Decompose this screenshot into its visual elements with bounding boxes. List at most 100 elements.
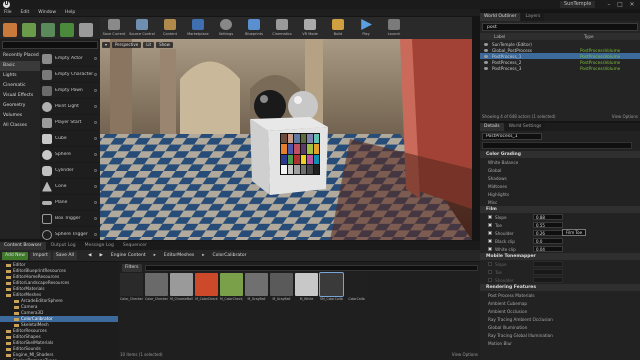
import-button[interactable]: Import <box>29 251 51 260</box>
search-classes-input[interactable] <box>2 41 98 49</box>
toe-value[interactable]: 0.55 <box>533 222 563 228</box>
save-all-button[interactable]: Save All <box>52 251 77 260</box>
asset-tile[interactable]: M_White <box>295 273 318 305</box>
prop-rt-ambient-occlusion[interactable]: Ray Tracing Ambient Occlusion <box>480 315 640 323</box>
perspective-button[interactable]: Perspective <box>112 41 142 48</box>
prop-rt-global-illumination[interactable]: Ray Tracing Global Illumination <box>480 331 640 339</box>
actor-empty-pawn[interactable]: Empty Pawn <box>40 83 100 99</box>
category-cinematic[interactable]: Cinematic <box>0 81 40 91</box>
mobile-slope-value[interactable] <box>533 261 563 267</box>
tab-layers[interactable]: Layers <box>521 13 545 21</box>
eye-icon[interactable] <box>484 54 488 58</box>
actor-plane[interactable]: Plane <box>40 195 100 211</box>
category-geometry[interactable]: Geometry <box>0 101 40 111</box>
section-mobile-tonemapper[interactable]: Mobile Tonemapper <box>480 253 640 260</box>
foliage-mode-icon[interactable] <box>60 23 74 37</box>
column-label[interactable]: Label <box>494 34 584 39</box>
marketplace-button[interactable]: Marketplace <box>184 17 212 39</box>
outliner-row[interactable]: PostProcess_3 PostProcessVolume <box>480 65 640 71</box>
category-basic[interactable]: Basic <box>0 61 40 71</box>
prop-global-illumination[interactable]: Global Illumination <box>480 323 640 331</box>
lit-button[interactable]: Lit <box>143 41 155 48</box>
play-button[interactable]: Play <box>352 17 380 39</box>
white-clip-value[interactable]: 0.04 <box>533 246 563 252</box>
black-clip-checkbox[interactable] <box>488 239 492 243</box>
vr-mode-button[interactable]: VR Mode <box>296 17 324 39</box>
actor-empty-character[interactable]: Empty Character <box>40 67 100 83</box>
category-all-classes[interactable]: All Classes <box>0 121 40 131</box>
breadcrumb-engine-content[interactable]: Engine Content <box>108 252 149 260</box>
asset-search-input[interactable] <box>144 264 478 271</box>
shoulder-value[interactable]: 0.26 <box>533 230 563 236</box>
eye-icon[interactable] <box>484 48 488 52</box>
actor-player-start[interactable]: Player Start <box>40 115 100 131</box>
actor-cube[interactable]: Cube <box>40 131 100 147</box>
prop-shadows[interactable]: Shadows <box>480 174 640 182</box>
category-recently-placed[interactable]: Recently Placed <box>0 51 40 61</box>
asset-tile[interactable]: M_ColorCheck <box>195 273 218 305</box>
black-clip-value[interactable]: 0.0 <box>533 238 563 244</box>
prop-ambient-cubemap[interactable]: Ambient Cubemap <box>480 299 640 307</box>
eye-icon[interactable] <box>484 42 488 46</box>
actor-sphere[interactable]: Sphere <box>40 147 100 163</box>
back-arrow-icon[interactable]: ◀ <box>85 252 94 260</box>
asset-tile[interactable]: M_ChromeBall <box>170 273 193 305</box>
prop-misc[interactable]: Misc <box>480 198 640 206</box>
landscape-mode-icon[interactable] <box>41 23 55 37</box>
prop-highlights[interactable]: Highlights <box>480 190 640 198</box>
actor-point-light[interactable]: Point Light <box>40 99 100 115</box>
white-clip-checkbox[interactable] <box>488 247 492 251</box>
prop-post-process-materials[interactable]: Post Process Materials <box>480 291 640 299</box>
mobile-slope-checkbox[interactable] <box>488 262 492 266</box>
section-film[interactable]: Film <box>480 206 640 213</box>
asset-tile[interactable]: Color_Checker <box>120 273 143 305</box>
maximize-button[interactable]: □ <box>615 1 625 8</box>
tab-details[interactable]: Details <box>480 123 504 131</box>
asset-view-options[interactable]: View Options <box>452 352 478 357</box>
outliner-view-options[interactable]: View Options <box>612 114 638 119</box>
category-volumes[interactable]: Volumes <box>0 111 40 121</box>
section-rendering-features[interactable]: Rendering Features <box>480 284 640 291</box>
tab-output-log[interactable]: Output Log <box>46 241 80 250</box>
asset-tile[interactable]: ColorCalib <box>345 273 368 305</box>
viewport-menu-button[interactable]: ▾ <box>102 41 111 48</box>
slope-checkbox[interactable] <box>488 215 492 219</box>
asset-tile[interactable]: SM_ColorCalibrator <box>319 272 344 305</box>
forward-arrow-icon[interactable]: ▶ <box>96 252 105 260</box>
paint-mode-icon[interactable] <box>22 23 36 37</box>
tab-sequencer[interactable]: Sequencer <box>118 241 151 250</box>
outliner-row[interactable]: Global_PostProcess PostProcessVolume <box>480 47 640 53</box>
blueprints-button[interactable]: Blueprints <box>240 17 268 39</box>
mobile-toe-value[interactable] <box>533 269 563 275</box>
prop-ambient-occlusion[interactable]: Ambient Occlusion <box>480 307 640 315</box>
mobile-toe-checkbox[interactable] <box>488 270 492 274</box>
add-new-button[interactable]: Add New <box>2 251 28 260</box>
show-button[interactable]: Show <box>156 41 173 48</box>
actor-cylinder[interactable]: Cylinder <box>40 163 100 179</box>
actor-name-field[interactable]: PostProcess_1 <box>482 133 542 140</box>
prop-midtones[interactable]: Midtones <box>480 182 640 190</box>
actor-empty-actor[interactable]: Empty Actor <box>40 51 100 67</box>
close-button[interactable]: ✕ <box>627 1 637 8</box>
level-viewport[interactable]: ▾ Perspective Lit Show <box>100 39 472 240</box>
menu-file[interactable]: File <box>4 10 12 15</box>
prop-global[interactable]: Global <box>480 166 640 174</box>
filters-button[interactable]: Filters <box>122 263 142 272</box>
launch-button[interactable]: Launch <box>380 17 408 39</box>
asset-tile[interactable]: M_GrayBall <box>245 273 268 305</box>
outliner-row[interactable]: PostProcess_2 PostProcessVolume <box>480 59 640 65</box>
build-button[interactable]: Build <box>324 17 352 39</box>
menu-edit[interactable]: Edit <box>21 10 30 15</box>
save-current-button[interactable]: Save Current <box>100 17 128 39</box>
category-lights[interactable]: Lights <box>0 71 40 81</box>
tab-content-browser[interactable]: Content Browser <box>0 241 46 250</box>
asset-tile[interactable]: M_ColorCheck_Base <box>220 273 243 305</box>
column-type[interactable]: Type <box>584 34 594 39</box>
menu-window[interactable]: Window <box>38 10 56 15</box>
eye-icon[interactable] <box>484 60 488 64</box>
shoulder-checkbox[interactable] <box>488 231 492 235</box>
eye-icon[interactable] <box>484 66 488 70</box>
mobile-shoulder-value[interactable] <box>533 277 563 283</box>
outliner-search-input[interactable]: post <box>482 23 638 31</box>
asset-tile[interactable]: Color_Checker_Mat <box>145 273 168 305</box>
